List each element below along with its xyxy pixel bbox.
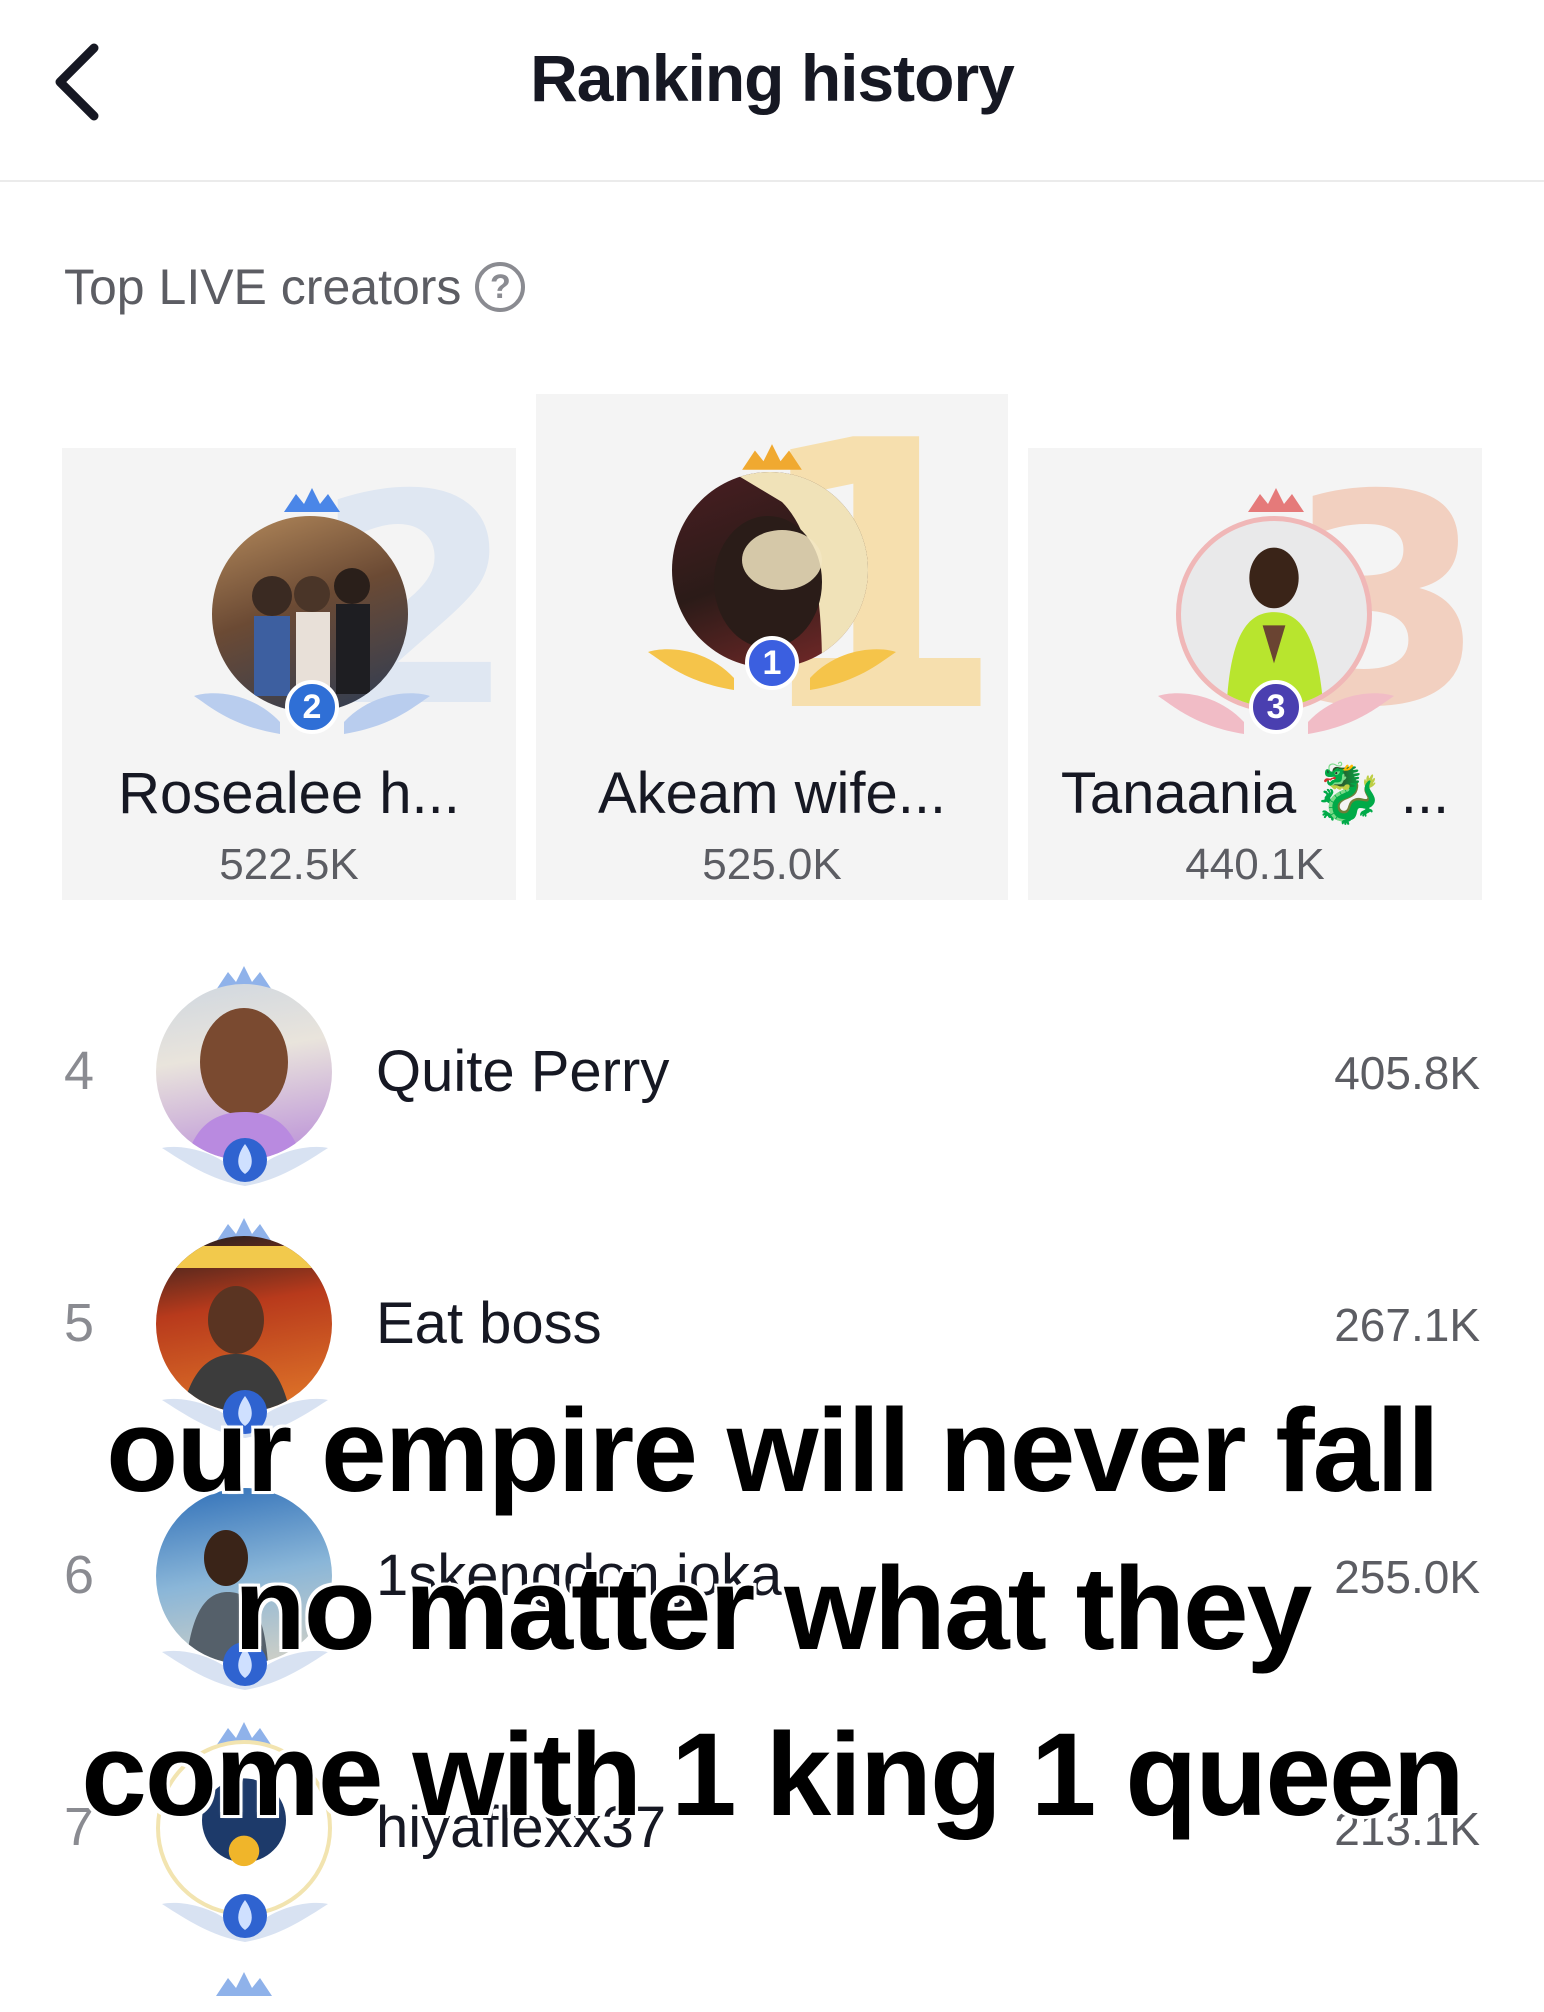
rank-badge: 2 — [285, 680, 339, 734]
wing-left-icon — [194, 693, 280, 734]
avatar-frame — [150, 1212, 340, 1438]
rank-wing-badge-icon — [162, 1894, 328, 1942]
crown-icon — [284, 488, 340, 512]
avatar-frame: 1 — [648, 444, 896, 692]
row-score: 267.1K — [1334, 1299, 1480, 1351]
creator-name: Rosealee h... — [118, 761, 460, 826]
help-icon[interactable]: ? — [475, 262, 526, 312]
ranking-row[interactable]: 4 Quite Perry 405.8K — [0, 960, 1544, 1186]
creator-score: 440.1K — [1185, 840, 1325, 889]
row-rank: 5 — [64, 1293, 95, 1353]
row-rank: 7 — [64, 1797, 95, 1857]
wing-left-icon — [648, 649, 734, 690]
creator-score: 522.5K — [219, 840, 359, 889]
avatar-frame: 3 — [1156, 488, 1396, 736]
wing-right-icon — [810, 649, 896, 690]
row-name: hiyaflexx37 — [376, 1795, 667, 1860]
creator-score: 525.0K — [702, 840, 842, 889]
ranking-row[interactable]: 7 hiyaflexx37 213.1K — [0, 1716, 1544, 1942]
row-score: 255.0K — [1334, 1551, 1480, 1603]
avatar-frame — [150, 1464, 340, 1690]
rank-wing-badge-icon — [162, 1138, 328, 1186]
row-name: Eat boss — [376, 1291, 602, 1356]
avatar-frame — [150, 1716, 340, 1942]
crown-icon — [742, 444, 802, 470]
podium-card-rank-1[interactable]: 1 1 Akeam wife... 525.0K — [536, 394, 1008, 900]
rank-wing-badge-icon — [162, 1642, 328, 1690]
creator-name: Akeam wife... — [597, 761, 947, 826]
avatar-frame: 2 — [192, 488, 432, 736]
podium-card-rank-2[interactable]: 2 2 Rosealee h... 522.5K — [62, 448, 516, 900]
row-score: 213.1K — [1334, 1803, 1480, 1855]
ranking-row[interactable]: 6 1skengdon.joka 255.0K — [0, 1464, 1544, 1690]
section-label: Top LIVE creators ? — [64, 258, 526, 316]
section-label-text: Top LIVE creators — [64, 259, 462, 315]
crown-icon — [1248, 488, 1304, 512]
row-name: Quite Perry — [376, 1039, 670, 1104]
rank-badge: 3 — [1249, 680, 1303, 734]
wing-right-icon — [344, 693, 430, 734]
row-score: 405.8K — [1334, 1047, 1480, 1099]
rank-badge: 1 — [745, 636, 799, 690]
row-rank: 6 — [64, 1545, 95, 1605]
rank-wing-badge-icon — [162, 1390, 328, 1438]
row-name: 1skengdon.joka — [376, 1543, 783, 1608]
wing-right-icon — [1308, 693, 1394, 734]
wing-left-icon — [1158, 693, 1244, 734]
top-bar: Ranking history — [0, 0, 1544, 182]
creator-name: Tanaania 🐉 ... — [1060, 761, 1450, 826]
row-rank: 4 — [64, 1041, 95, 1101]
page-title: Ranking history — [530, 41, 1015, 115]
avatar-frame — [150, 960, 340, 1186]
podium-card-rank-3[interactable]: 3 3 Tanaania 🐉 ... 440.1K — [1028, 448, 1482, 900]
ranking-row[interactable]: 5 Eat boss 267.1K — [0, 1212, 1544, 1438]
crown-icon — [216, 1972, 272, 1996]
